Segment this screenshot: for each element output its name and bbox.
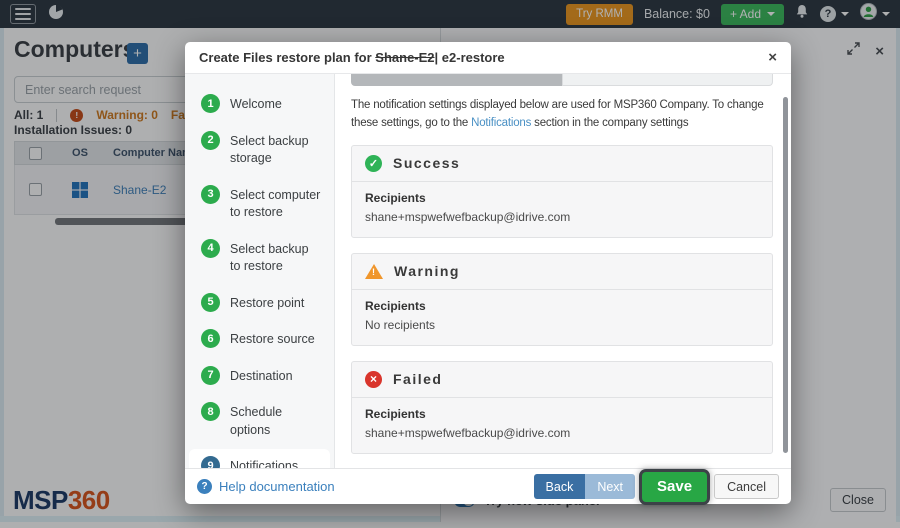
modal-title-prefix: Create Files restore plan for [199,50,375,65]
success-card-body: Recipients shane+mspwefwefbackup@idrive.… [352,182,772,237]
step-destination[interactable]: 7 Destination [189,359,330,393]
step-number: 1 [201,94,220,113]
help-documentation-label: Help documentation [219,479,335,494]
restore-plan-modal: Create Files restore plan for Shane-E2| … [185,42,791,504]
step-select-computer-to-restore[interactable]: 3 Select computer to restore [189,178,330,229]
step-label: Schedule options [230,402,322,439]
warning-card-header: ! Warning [352,254,772,290]
notification-settings-text: The notification settings displayed belo… [351,97,773,133]
screen: Computers + All: 1 ! Warning: 0 Failed: … [0,0,900,528]
step-label: Destination [230,366,293,386]
modal-footer: ? Help documentation Back Next Save Canc… [185,468,791,504]
notifications-settings-link[interactable]: Notifications [471,117,531,129]
step-label: Restore source [230,329,315,349]
step-select-backup-to-restore[interactable]: 4 Select backup to restore [189,232,330,283]
failed-card-header: × Failed [352,362,772,398]
success-card: ✓ Success Recipients shane+mspwefwefback… [351,145,773,238]
step-number: 5 [201,293,220,312]
success-title: Success [393,155,460,171]
step-label: Restore point [230,293,304,313]
cancel-button[interactable]: Cancel [714,474,779,499]
failed-card-body: Recipients shane+mspwefwefbackup@idrive.… [352,398,772,453]
warning-exclaim: ! [372,267,375,277]
recipients-value: shane+mspwefwefbackup@idrive.com [365,210,759,224]
intro-text-after: section in the company settings [531,117,688,129]
step-welcome[interactable]: 1 Welcome [189,87,330,121]
help-question-icon: ? [197,479,212,494]
warning-triangle-icon: ! [365,264,383,279]
modal-header: Create Files restore plan for Shane-E2| … [185,42,791,74]
step-label: Welcome [230,94,282,114]
step-number: 3 [201,185,220,204]
modal-title: Create Files restore plan for Shane-E2| … [199,50,505,65]
recipients-value: shane+mspwefwefbackup@idrive.com [365,426,759,440]
failed-cross-icon: × [365,371,382,388]
success-check-icon: ✓ [365,155,382,172]
step-number: 6 [201,329,220,348]
step-restore-source[interactable]: 6 Restore source [189,322,330,356]
segment-left[interactable] [351,74,562,86]
help-documentation-link[interactable]: ? Help documentation [197,479,335,494]
step-schedule-options[interactable]: 8 Schedule options [189,395,330,446]
recipients-value: No recipients [365,318,759,332]
warning-card: ! Warning Recipients No recipients [351,253,773,346]
step-select-backup-storage[interactable]: 2 Select backup storage [189,124,330,175]
step-label: Select backup storage [230,131,322,168]
next-button[interactable]: Next [585,474,635,499]
step-restore-point[interactable]: 5 Restore point [189,286,330,320]
warning-title: Warning [394,263,460,279]
modal-body: 1 Welcome 2 Select backup storage 3 Sele… [185,74,791,468]
step-label: Select computer to restore [230,185,322,222]
step-label: Notifications [230,456,298,468]
modal-title-computer: Shane-E2 [375,50,434,65]
recipients-label: Recipients [365,407,759,421]
wizard-steps-nav: 1 Welcome 2 Select backup storage 3 Sele… [185,74,335,468]
back-next-group: Back Next [534,474,636,499]
failed-title: Failed [393,371,442,387]
step-number: 4 [201,239,220,258]
save-button[interactable]: Save [642,472,707,502]
step-notifications[interactable]: 9 Notifications [189,449,330,468]
step-number: 2 [201,131,220,150]
clipped-segmented-control[interactable] [351,74,773,86]
recipients-label: Recipients [365,191,759,205]
modal-title-suffix: | e2-restore [435,50,505,65]
notifications-step-content: The notification settings displayed belo… [335,74,791,468]
step-number: 9 [201,456,220,468]
step-number: 7 [201,366,220,385]
recipients-label: Recipients [365,299,759,313]
step-label: Select backup to restore [230,239,322,276]
segment-right[interactable] [562,74,773,86]
step-number: 8 [201,402,220,421]
modal-close-icon[interactable]: × [768,50,777,65]
back-button[interactable]: Back [534,474,586,499]
failed-card: × Failed Recipients shane+mspwefwefbacku… [351,361,773,454]
success-card-header: ✓ Success [352,146,772,182]
modal-scrollbar[interactable] [783,97,788,453]
warning-card-body: Recipients No recipients [352,290,772,345]
